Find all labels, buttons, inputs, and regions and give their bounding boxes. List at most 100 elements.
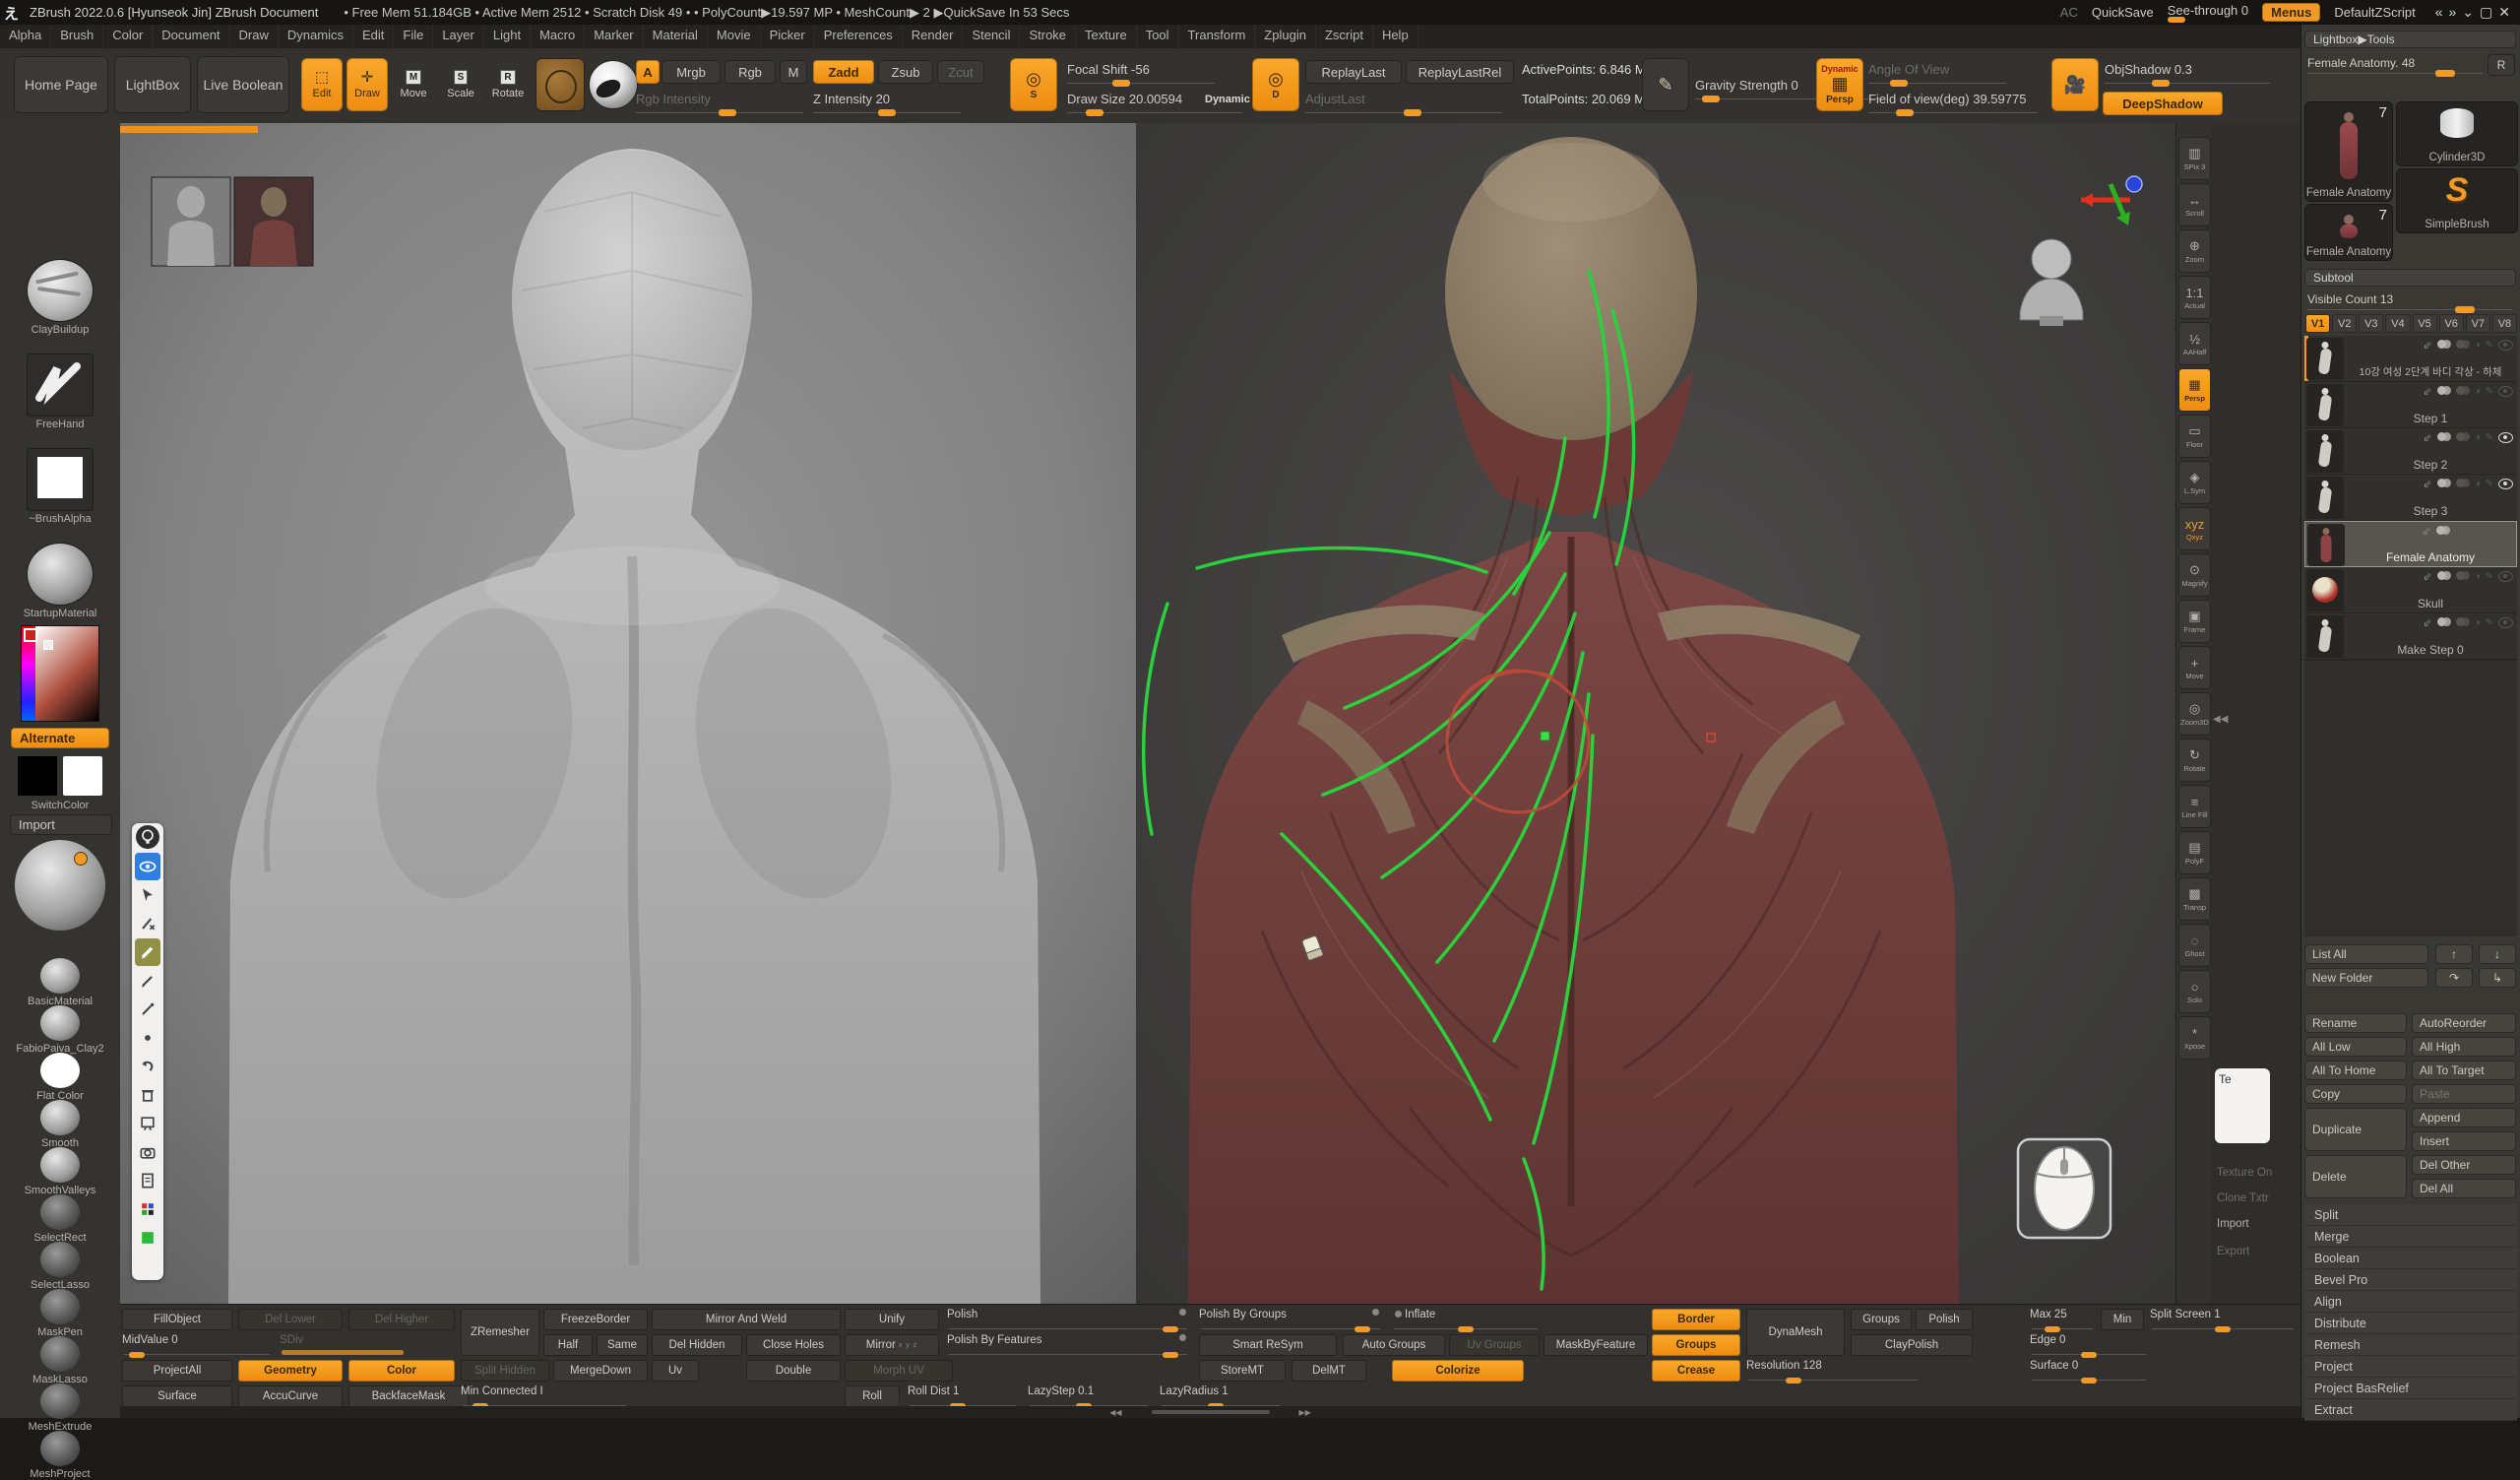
menu-draw[interactable]: Draw <box>230 25 279 48</box>
z-intensity-20-slider[interactable]: Z Intensity 20 <box>813 92 961 113</box>
min-connected-i-slider[interactable]: Min Connected I <box>461 1385 628 1407</box>
shelf-polyf-button[interactable]: ▤PolyF <box>2178 831 2211 874</box>
menu-brush[interactable]: Brush <box>51 25 103 48</box>
del-higher-button[interactable]: Del Higher <box>348 1309 455 1330</box>
tab-v1[interactable]: V1 <box>2305 314 2330 333</box>
menus-button[interactable]: Menus <box>2262 3 2320 22</box>
restore-config-button[interactable]: R <box>2488 54 2515 76</box>
backfacemask-button[interactable]: BackfaceMask <box>348 1385 469 1407</box>
subtool-row-10-2[interactable]: ⇙◑✎10강 여성 2단계 바디 각상 - 하체 <box>2304 336 2517 382</box>
shelf-l-sym-button[interactable]: ◈L.Sym <box>2178 461 2211 504</box>
maskbyfeature-button[interactable]: MaskByFeature <box>1544 1334 1648 1356</box>
annotation-toolbar[interactable] <box>132 823 163 1280</box>
perspective-icon[interactable]: Dynamic▦Persp <box>1816 58 1863 111</box>
angle-of-view-slider[interactable]: Angle Of View <box>1868 62 2006 84</box>
shelf-spix-3-button[interactable]: ▥SPix 3 <box>2178 137 2211 180</box>
tab-v4[interactable]: V4 <box>2385 314 2410 333</box>
color-button[interactable]: Color <box>348 1360 455 1382</box>
midvalue-0-slider[interactable]: MidValue 0 <box>122 1334 272 1356</box>
inflate-slider[interactable]: Inflate <box>1392 1309 1540 1330</box>
eye-icon[interactable] <box>135 853 160 880</box>
polish-by-features-slider[interactable]: Polish By Features <box>947 1334 1189 1356</box>
subtool-row-make-step-0[interactable]: ⇙◑✎Make Step 0 <box>2304 613 2517 660</box>
del-all-button[interactable]: Del All <box>2412 1179 2516 1198</box>
delmt-button[interactable]: DelMT <box>1292 1360 1366 1382</box>
menu-file[interactable]: File <box>394 25 433 48</box>
max-25-slider[interactable]: Max 25 <box>2030 1309 2095 1330</box>
objshadow-0-3-slider[interactable]: ObjShadow 0.3 <box>2105 62 2270 84</box>
tray-selectlasso[interactable]: SelectLasso <box>10 1242 110 1291</box>
draw-button[interactable]: ✛Draw <box>346 58 388 111</box>
move-up-button[interactable]: ↑ <box>2435 944 2473 964</box>
subtool-header[interactable]: Subtool <box>2304 269 2516 287</box>
surface-0-slider[interactable]: Surface 0 <box>2030 1360 2148 1382</box>
sdiv-slider[interactable]: SDiv <box>280 1334 457 1356</box>
tray-meshproject[interactable]: MeshProject <box>10 1431 110 1480</box>
duplicate-button[interactable]: Duplicate <box>2304 1108 2407 1151</box>
zremesher-button[interactable]: ZRemesher <box>461 1309 539 1356</box>
close-holes-button[interactable]: Close Holes <box>746 1334 841 1356</box>
freezeborder-button[interactable]: FreezeBorder <box>543 1309 648 1330</box>
mrgb-button[interactable]: Mrgb <box>662 60 721 84</box>
unify-button[interactable]: Unify <box>845 1309 939 1330</box>
trash-icon[interactable] <box>135 1081 160 1109</box>
subtool-row-step-3[interactable]: ⇙◑✎Step 3 <box>2304 475 2517 521</box>
bulb-icon[interactable] <box>136 825 159 849</box>
project-basrelief-section[interactable]: Project BasRelief <box>2304 1378 2517 1399</box>
shelf-actual-button[interactable]: 1:1Actual <box>2178 276 2211 319</box>
tray-alternate[interactable]: Alternate <box>10 728 110 748</box>
marker-icon[interactable] <box>135 938 160 966</box>
border-button[interactable]: Border <box>1652 1309 1740 1330</box>
tray-freehand[interactable]: FreeHand <box>10 354 110 430</box>
move-button[interactable]: MMove <box>394 58 433 109</box>
projectall-button[interactable]: ProjectAll <box>122 1360 232 1382</box>
menu-stencil[interactable]: Stencil <box>963 25 1020 48</box>
append-button[interactable]: Append <box>2412 1108 2516 1127</box>
del-other-button[interactable]: Del Other <box>2412 1155 2516 1175</box>
shelf-rotate-button[interactable]: ↻Rotate <box>2178 739 2211 782</box>
zsub-button[interactable]: Zsub <box>878 60 933 84</box>
cursor-icon[interactable] <box>135 881 160 909</box>
live-boolean-button[interactable]: Live Boolean <box>197 56 289 113</box>
lazyradius-1-slider[interactable]: LazyRadius 1 <box>1160 1385 1282 1407</box>
ac-button[interactable]: AC <box>2060 5 2078 20</box>
tool-quick-pick-slider[interactable]: Female Anatomy. 48 <box>2307 56 2483 74</box>
polish-slider[interactable]: Polish <box>947 1309 1189 1330</box>
mirror-and-weld-button[interactable]: Mirror And Weld <box>652 1309 841 1330</box>
morph-uv-button[interactable]: Morph UV <box>845 1360 953 1382</box>
project-section[interactable]: Project <box>2304 1356 2517 1378</box>
notes-icon[interactable] <box>135 1167 160 1194</box>
smart-resym-button[interactable]: Smart ReSym <box>1199 1334 1337 1356</box>
shelf-zoom-button[interactable]: ⊕Zoom <box>2178 229 2211 273</box>
dynamesh-button[interactable]: DynaMesh <box>1746 1309 1845 1356</box>
shelf-transp-button[interactable]: ▩Transp <box>2178 877 2211 921</box>
window-control-icon[interactable]: » <box>2449 4 2457 20</box>
window-control-icon[interactable]: ⌄ <box>2462 4 2474 20</box>
menu-picker[interactable]: Picker <box>761 25 815 48</box>
tool-thumb-simplebrush[interactable]: SSimpleBrush <box>2396 168 2518 233</box>
menu-marker[interactable]: Marker <box>585 25 643 48</box>
secondary-color-swatch[interactable] <box>62 755 103 797</box>
menu-preferences[interactable]: Preferences <box>815 25 903 48</box>
polish-by-groups-slider[interactable]: Polish By Groups <box>1199 1309 1382 1330</box>
tray-masklasso[interactable]: MaskLasso <box>10 1336 110 1385</box>
stroke-preview-sphere[interactable] <box>15 840 105 931</box>
tray-meshextrude[interactable]: MeshExtrude <box>10 1383 110 1433</box>
pen-icon[interactable] <box>135 996 160 1023</box>
polish-button[interactable]: Polish <box>1916 1309 1973 1330</box>
tray-fabiopaiva-clay2[interactable]: FabioPaiva_Clay2 <box>10 1005 110 1055</box>
window-control-icon[interactable]: ✕ <box>2498 4 2510 20</box>
menu-document[interactable]: Document <box>153 25 229 48</box>
sculpt-canvas[interactable] <box>120 123 2175 1304</box>
shelf-line-fill-button[interactable]: ≡Line Fill <box>2178 785 2211 828</box>
tool-thumb-female-anatomy[interactable]: 7Female Anatomy <box>2304 101 2393 202</box>
roll-dist-1-slider[interactable]: Roll Dist 1 <box>908 1385 1018 1407</box>
min-button[interactable]: Min <box>2101 1309 2144 1330</box>
tool-thumb-cylinder3d[interactable]: Cylinder3D <box>2396 101 2518 166</box>
list-all-button[interactable]: List All <box>2304 944 2428 964</box>
pencil-icon[interactable] <box>135 967 160 995</box>
menu-texture[interactable]: Texture <box>1076 25 1137 48</box>
shelf-floor-button[interactable]: ▭Floor <box>2178 415 2211 458</box>
menu-help[interactable]: Help <box>1373 25 1418 48</box>
menu-render[interactable]: Render <box>903 25 964 48</box>
